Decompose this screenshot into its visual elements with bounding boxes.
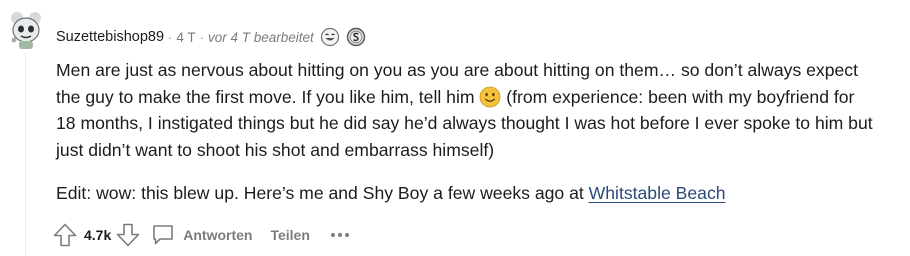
comment-meta: Suzettebishop89 · 4 T · vor 4 T bearbeit… <box>56 27 366 47</box>
share-button[interactable]: Teilen <box>270 227 309 243</box>
vote-score: 4.7k <box>84 227 112 243</box>
more-options-icon[interactable] <box>330 230 350 240</box>
meta-separator: · <box>168 29 173 45</box>
whitstable-beach-link[interactable]: Whitstable Beach <box>589 183 726 203</box>
user-avatar-icon[interactable] <box>8 10 44 50</box>
comment-author[interactable]: Suzettebishop89 <box>56 29 164 45</box>
downvote-icon[interactable] <box>115 222 141 248</box>
meta-separator: · <box>199 29 204 45</box>
laughing-award-icon[interactable] <box>320 27 340 47</box>
slightly-smiling-face-icon <box>479 86 501 108</box>
edited-label: vor 4 T bearbeitet <box>207 29 314 45</box>
comment-paragraph: Men are just as nervous about hitting on… <box>56 57 876 163</box>
upvote-icon[interactable] <box>52 222 78 248</box>
reply-label: Antworten <box>183 227 253 243</box>
silver-award-icon[interactable] <box>346 27 366 47</box>
comment-body: Men are just as nervous about hitting on… <box>56 57 876 207</box>
thread-line[interactable] <box>25 52 26 256</box>
comment-edit-paragraph: Edit: wow: this blew up. Here’s me and S… <box>56 180 876 207</box>
speech-bubble-icon <box>151 222 175 249</box>
reply-button[interactable]: Antworten <box>151 222 252 249</box>
comment-time[interactable]: 4 T <box>176 30 195 45</box>
paragraph-text: Edit: wow: this blew up. Here’s me and S… <box>56 183 589 203</box>
comment-actions: 4.7k Antworten Teilen <box>52 221 350 249</box>
